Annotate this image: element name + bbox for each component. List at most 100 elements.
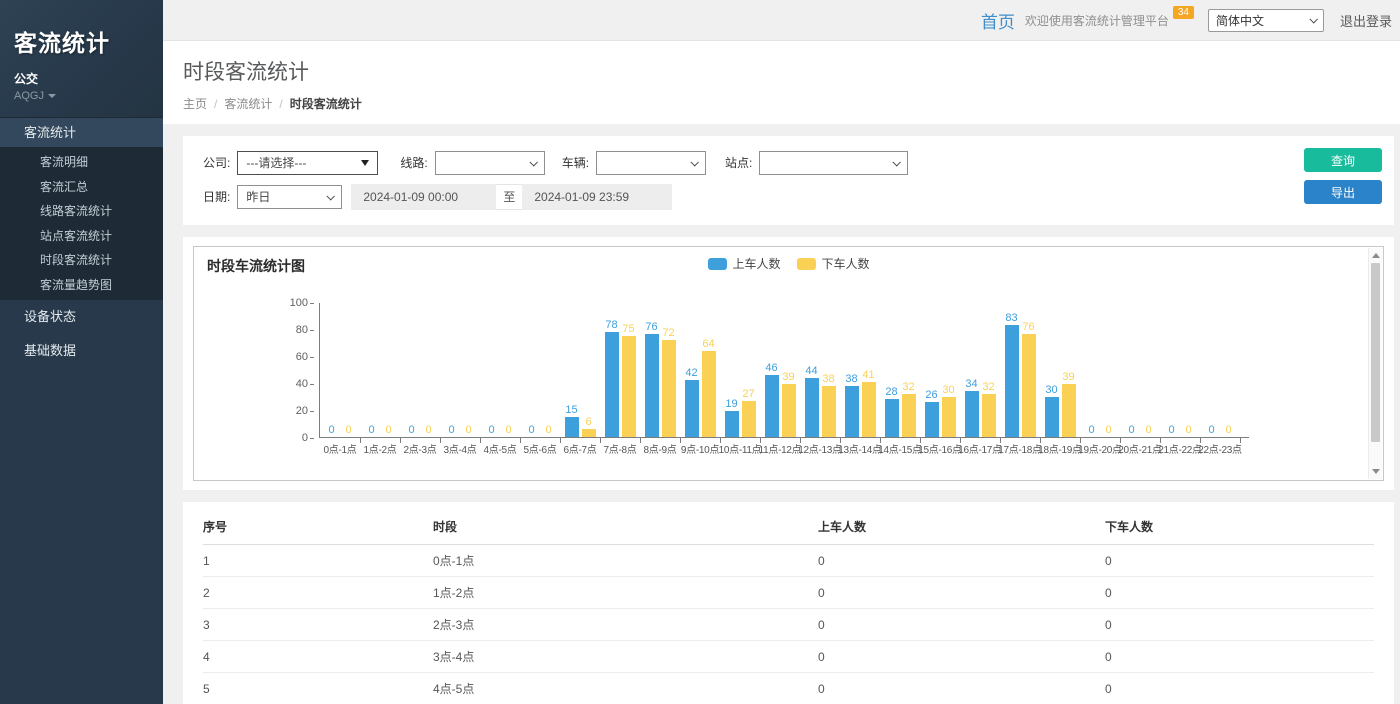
scrollbar-thumb[interactable] (1371, 263, 1380, 442)
x-category-label: 5点-6点 (524, 441, 557, 456)
bar-value-label: 0 (465, 424, 471, 436)
bar[interactable] (885, 399, 899, 437)
company-select[interactable]: ---请选择--- (237, 151, 378, 175)
language-select[interactable]: 简体中文 (1208, 9, 1324, 32)
bar[interactable] (645, 334, 659, 437)
bar-value-label: 0 (368, 424, 374, 436)
table-body: 10点-1点0021点-2点0032点-3点0043点-4点0054点-5点00… (203, 545, 1374, 704)
bar-value-label: 0 (505, 424, 511, 436)
search-button[interactable]: 查询 (1304, 148, 1382, 172)
breadcrumb-section[interactable]: 客流统计 (224, 97, 272, 111)
bar[interactable] (982, 394, 996, 437)
home-link[interactable]: 首页 (981, 8, 1015, 33)
bar[interactable] (1045, 397, 1059, 438)
bar[interactable] (565, 417, 579, 437)
bar[interactable] (582, 429, 596, 437)
sidebar-item-base-data[interactable]: 基础数据 (0, 334, 163, 368)
col-header-boarding: 上车人数 (818, 508, 1105, 545)
x-category-label: 7点-8点 (604, 441, 637, 456)
legend-item-alighting[interactable]: 下车人数 (797, 255, 870, 272)
bar[interactable] (822, 386, 836, 437)
table-cell: 0 (818, 577, 1105, 609)
sidebar-item-station-stats[interactable]: 站点客流统计 (0, 224, 163, 249)
legend-item-boarding[interactable]: 上车人数 (707, 255, 780, 272)
breadcrumb-separator: / (279, 97, 282, 111)
y-tick-label: 0 (302, 432, 308, 444)
chevron-down-icon (529, 158, 537, 166)
sidebar-item-flow-summary[interactable]: 客流汇总 (0, 175, 163, 200)
sidebar-item-line-stats[interactable]: 线路客流统计 (0, 199, 163, 224)
x-category-label: 9点-10点 (681, 441, 719, 456)
bar[interactable] (942, 397, 956, 438)
bar[interactable] (622, 336, 636, 437)
x-category-label: 2点-3点 (404, 441, 437, 456)
bar-value-label: 30 (942, 384, 954, 396)
chart-panel: 时段车流统计图 上车人数 下车人数 020406080100 000点-1点00… (183, 237, 1394, 490)
bar[interactable] (902, 394, 916, 437)
line-select[interactable] (435, 151, 545, 175)
bar[interactable] (845, 386, 859, 437)
bar[interactable] (742, 401, 756, 437)
bar-group: 003点-4点 (440, 302, 480, 437)
sidebar-header: 客流统计 公交 AQGJ (0, 0, 163, 117)
scroll-up-icon[interactable] (1372, 253, 1380, 258)
sidebar-item-device-status[interactable]: 设备状态 (0, 300, 163, 334)
vehicle-label: 车辆: (562, 154, 589, 171)
chart-plot: 020406080100 000点-1点001点-2点002点-3点003点-4… (319, 303, 1249, 438)
triangle-down-icon (361, 160, 369, 166)
x-category-label: 4点-5点 (484, 441, 517, 456)
bar-value-label: 0 (488, 424, 494, 436)
plot-region: 020406080100 000点-1点001点-2点002点-3点003点-4… (319, 303, 1249, 438)
vehicle-select[interactable] (596, 151, 706, 175)
bar[interactable] (805, 378, 819, 437)
sidebar: 客流统计 公交 AQGJ 客流统计 客流明细 客流汇总 线路客流统计 站点客流统… (0, 0, 163, 704)
date-to-separator: 至 (496, 184, 522, 210)
bar-value-label: 39 (782, 371, 794, 383)
x-category-label: 8点-9点 (644, 441, 677, 456)
date-to-input[interactable]: 2024-01-09 23:59 (522, 184, 672, 210)
x-category-label: 21点-22点 (1158, 441, 1201, 456)
date-from-input[interactable]: 2024-01-09 00:00 (351, 184, 496, 210)
bar[interactable] (925, 402, 939, 437)
bar-group: 004点-5点 (480, 302, 520, 437)
col-header-alighting: 下车人数 (1105, 508, 1374, 545)
bar[interactable] (765, 375, 779, 437)
sidebar-item-period-stats[interactable]: 时段客流统计 (0, 248, 163, 273)
table-row: 54点-5点00 (203, 673, 1374, 704)
bar-group: 0019点-20点 (1080, 302, 1120, 437)
bar-value-label: 34 (965, 378, 977, 390)
sidebar-item-flow-detail[interactable]: 客流明细 (0, 150, 163, 175)
bar-value-label: 0 (328, 424, 334, 436)
bar[interactable] (862, 382, 876, 437)
bar-value-label: 39 (1062, 371, 1074, 383)
bar-value-label: 30 (1045, 384, 1057, 396)
bar[interactable] (605, 332, 619, 437)
logout-link[interactable]: 退出登录 (1340, 11, 1392, 30)
breadcrumb-home[interactable]: 主页 (183, 97, 207, 111)
export-button[interactable]: 导出 (1304, 180, 1382, 204)
scroll-down-icon[interactable] (1372, 469, 1380, 474)
bar[interactable] (702, 351, 716, 437)
org-code-dropdown[interactable]: AQGJ (14, 90, 149, 102)
sidebar-item-passenger-stats[interactable]: 客流统计 (0, 117, 163, 147)
bar-value-label: 0 (1128, 424, 1134, 436)
bar-group: 283214点-15点 (880, 302, 920, 437)
bar[interactable] (1062, 384, 1076, 437)
bar-value-label: 19 (725, 398, 737, 410)
company-label: 公司: (203, 154, 230, 171)
x-category-label: 14点-15点 (878, 441, 921, 456)
bar[interactable] (662, 340, 676, 437)
bar-value-label: 26 (925, 389, 937, 401)
chart-legend: 上车人数 下车人数 (707, 255, 869, 272)
bar[interactable] (782, 384, 796, 437)
x-category-label: 17点-18点 (998, 441, 1041, 456)
bar[interactable] (685, 380, 699, 437)
x-category-label: 0点-1点 (324, 441, 357, 456)
bar[interactable] (1005, 325, 1019, 437)
bar[interactable] (725, 411, 739, 437)
sidebar-item-trend-chart[interactable]: 客流量趋势图 (0, 273, 163, 298)
bar[interactable] (1022, 334, 1036, 437)
station-select[interactable] (759, 151, 908, 175)
bar[interactable] (965, 391, 979, 437)
date-preset-select[interactable]: 昨日 (237, 185, 342, 209)
